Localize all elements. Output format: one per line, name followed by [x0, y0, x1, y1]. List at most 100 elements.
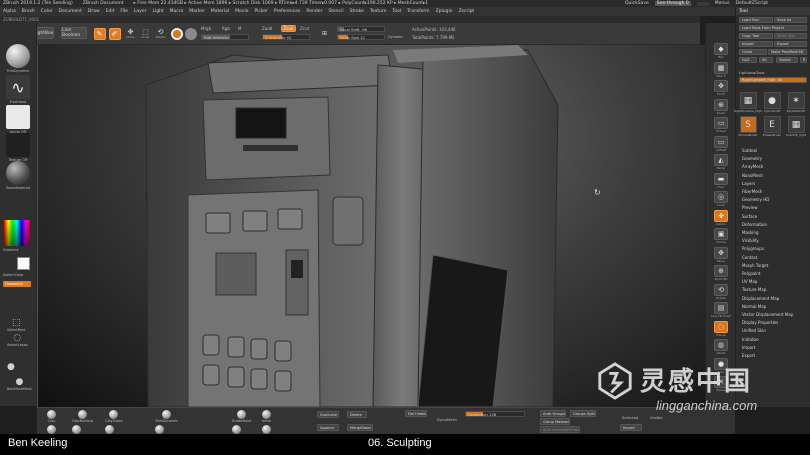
lightbox-tools-button[interactable]: Lightbox▸Tools [739, 71, 764, 75]
tool-menu-preview[interactable]: Preview [739, 204, 809, 212]
rightshelf-frame-button[interactable]: ▣ Frame [711, 228, 731, 244]
rgb-button[interactable]: Rgb [222, 26, 230, 31]
tool-menu-normal-map[interactable]: Normal Map [739, 303, 809, 311]
rightshelf-bpr-button[interactable]: ◆ Bpr [711, 43, 731, 59]
menu-layer[interactable]: Layer [134, 9, 147, 14]
tool-menu-morph-target[interactable]: Morph Target [739, 262, 809, 270]
tool-save-as-button[interactable]: Save As [774, 17, 807, 23]
rightshelf-aahalf-button[interactable]: ▭ AAHalf [711, 135, 731, 152]
menu-draw[interactable]: Draw [88, 9, 100, 14]
subtool-thumb[interactable]: ▦ RightConsole_high [734, 92, 762, 113]
delete-button[interactable]: Delete [347, 411, 367, 418]
tool-make-polymesh3d-button[interactable]: Make PolyMesh3D [768, 49, 807, 55]
tool-menu-masking[interactable]: Masking [739, 229, 809, 237]
split-unmasked-button[interactable]: Split Unmasked Points [540, 426, 580, 433]
groups-split-button[interactable]: Groups Split [570, 410, 596, 417]
brush-inflat-button[interactable]: Inflat [262, 410, 271, 423]
menu-material[interactable]: Material [211, 9, 229, 14]
menu-file[interactable]: File [120, 9, 128, 14]
tool-load-tools-from-project-button[interactable]: Load Tools From Project [739, 25, 807, 31]
live-boolean-button[interactable]: Live Boolean [61, 27, 87, 39]
menu-alpha[interactable]: Alpha [3, 9, 16, 14]
subtool-thumb[interactable]: E EraserBrush [762, 116, 782, 137]
quicksave-button[interactable]: QuickSave [625, 1, 649, 6]
select-rect-button[interactable]: ⬚ SelectRect [7, 319, 26, 333]
stroke-button[interactable]: ∿ FreeHand [3, 75, 33, 104]
tool-menu-display-properties[interactable]: Display Properties [739, 319, 809, 327]
rightshelf-zoom3d-button[interactable]: ⊕ Zoom3D [711, 265, 731, 281]
brush-standard-button[interactable] [232, 425, 241, 434]
tool-menu-arraymesh[interactable]: ArrayMesh [739, 163, 809, 171]
tool-menu-fibermesh[interactable]: FiberMesh [739, 188, 809, 196]
rightshelf-actual-button[interactable]: ▭ Actual [711, 117, 731, 133]
tool-visible-button[interactable]: Visible [776, 57, 798, 63]
rightshelf-persp-button[interactable]: ◭ Persp [711, 154, 731, 170]
tool-menu-nanomesh[interactable]: NanoMesh [739, 172, 809, 180]
menu-edit[interactable]: Edit [106, 9, 115, 14]
rightshelf-line-fill-polyf-button[interactable]: ▤ Line Fill PolyF [711, 302, 731, 318]
switch-color-button[interactable]: SwitchColor [3, 273, 24, 277]
subtool-thumb[interactable]: ▦ SubdHP_right [786, 116, 806, 137]
brush-slash3-button[interactable] [262, 425, 271, 434]
secondary-color-swatch[interactable] [17, 257, 30, 270]
rightshelf-floor-button[interactable]: ▬ Floor [711, 172, 731, 189]
tool-menu-initialize[interactable]: Initialize [739, 336, 809, 344]
auto-groups-button[interactable]: Auto Groups [540, 410, 566, 417]
brush-damstandard-button[interactable] [105, 425, 114, 434]
tool-menu-unified-skin[interactable]: Unified Skin [739, 327, 809, 335]
dynamesh-button[interactable]: DynaMesh [437, 417, 457, 422]
brush-clay-button[interactable]: Clay [47, 410, 56, 423]
rightshelf-spix-3-button[interactable]: ▦ SPix 3 [711, 61, 731, 78]
backface-mask-button[interactable]: ● BackfaceMask [7, 378, 32, 392]
texture-button[interactable]: Texture Off [3, 133, 33, 162]
menu-transform[interactable]: Transform [407, 9, 429, 14]
texture-preview-button[interactable] [184, 26, 197, 41]
draw-size-link-button[interactable]: ⊞ [318, 26, 331, 41]
menu-texture[interactable]: Texture [370, 9, 386, 14]
menu-stroke[interactable]: Stroke [350, 9, 364, 14]
menu-stencil[interactable]: Stencil [328, 9, 343, 14]
menu-color[interactable]: Color [41, 9, 53, 14]
tool-menu-polypaint[interactable]: Polypaint [739, 270, 809, 278]
tool-clone-button[interactable]: Clone [739, 49, 767, 55]
draw-button[interactable]: ✐ [108, 26, 121, 41]
rgb-intensity-slider[interactable]: Rgb Intensity [201, 34, 249, 40]
select-lasso-button[interactable]: ◌ SelectLasso [7, 334, 28, 348]
tool-menu-geometry-hd[interactable]: Geometry HD [739, 196, 809, 204]
subtool-thumb[interactable]: ✶ PolyMesh3D [786, 92, 806, 113]
default-zscript-button[interactable]: DefaultZScript [735, 1, 768, 6]
group-masked-button[interactable]: Group Masked [540, 418, 570, 425]
tool-menu-import[interactable]: Import [739, 344, 809, 352]
rightshelf-move-button[interactable]: ✥ Move [711, 246, 731, 263]
rightshelf-scroll-button[interactable]: ✥ Scroll [711, 80, 731, 96]
zadd-button[interactable]: Zadd [262, 26, 272, 31]
tool-menu-geometry[interactable]: Geometry [739, 155, 809, 163]
subtool-thumb[interactable]: ● Cylinder3D [762, 92, 782, 113]
brush-hpolish-button[interactable] [155, 425, 164, 434]
draw-size-slider[interactable]: Draw Size 12 [337, 34, 385, 40]
current-brush-button[interactable]: TrimDynamic [3, 44, 33, 73]
scale-button[interactable]: ⬚ Scale [139, 26, 152, 41]
resolution-slider[interactable]: Resolution 128 [465, 411, 525, 417]
z-intensity-slider[interactable]: Z Intensity 42 [262, 34, 310, 40]
material-preview-button[interactable] [170, 26, 183, 41]
move-button[interactable]: ✥ Move [124, 26, 137, 41]
brush-pinch-button[interactable] [72, 425, 81, 434]
del-hidden-button[interactable]: Del Hidden [405, 410, 427, 417]
rightshelf-rotate-button[interactable]: ⟲ Rotate [711, 283, 731, 300]
tool-paste-tool-button[interactable]: Paste Tool [774, 33, 807, 39]
duplicate-button[interactable]: Duplicate [317, 411, 339, 418]
menu-marker[interactable]: Marker [189, 9, 205, 14]
tool-menu-deformation[interactable]: Deformation [739, 221, 809, 229]
tool-menu-surface[interactable]: Surface [739, 213, 809, 221]
canvas-viewport[interactable]: ↻ [37, 45, 705, 407]
edit-button[interactable]: ✎ [93, 26, 106, 41]
tool-goz-button[interactable]: GoZ [739, 57, 757, 63]
color-picker[interactable] [4, 220, 30, 246]
menu-tool[interactable]: Tool [392, 9, 401, 14]
tool-all-button[interactable]: All [759, 57, 773, 63]
menu-picker[interactable]: Picker [254, 9, 267, 14]
tool-menu-subtool[interactable]: Subtool [739, 147, 809, 155]
current-tool-slider[interactable]: RightConsole_high. 48 [739, 77, 807, 83]
menu-render[interactable]: Render [306, 9, 322, 14]
